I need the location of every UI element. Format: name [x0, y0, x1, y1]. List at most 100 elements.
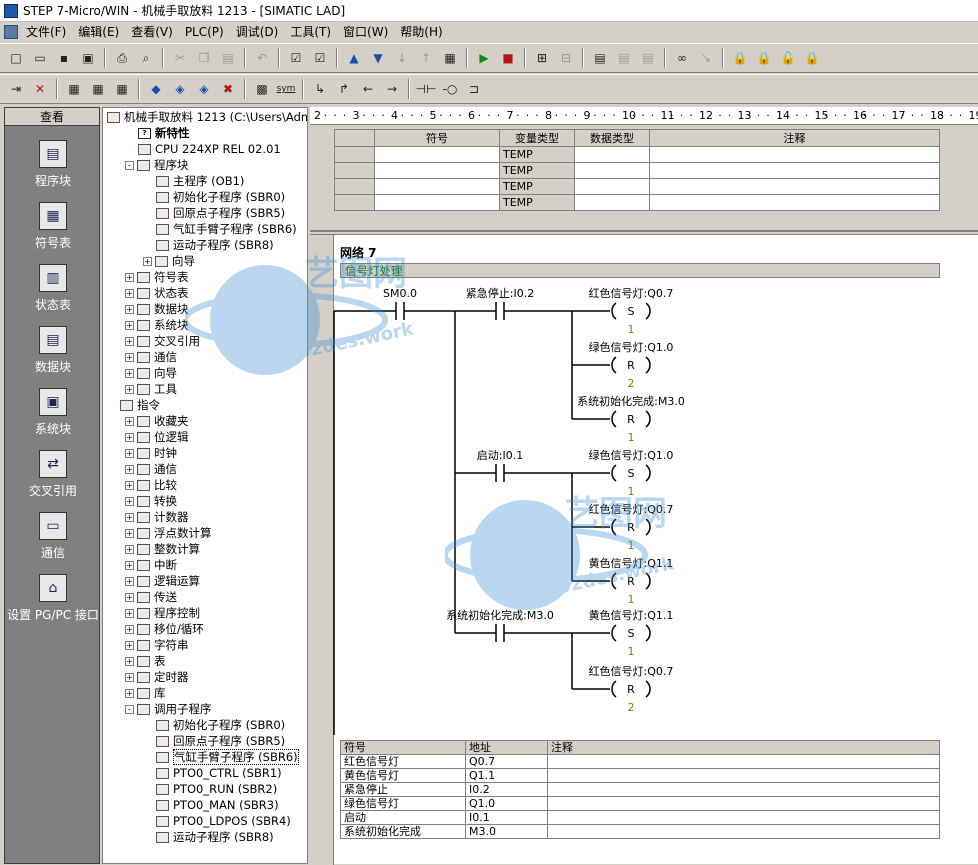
- write-all-icon[interactable]: ▤: [638, 48, 658, 68]
- symbol-info-icon[interactable]: sym: [276, 79, 296, 99]
- coil-right-arc[interactable]: [646, 573, 650, 589]
- coil-count[interactable]: 1: [628, 593, 635, 606]
- var-table-cell[interactable]: [650, 163, 940, 179]
- tree-item[interactable]: +向导: [125, 365, 177, 381]
- line-down-icon[interactable]: ↳: [310, 79, 330, 99]
- undo-icon[interactable]: ↶: [252, 48, 272, 68]
- expand-icon[interactable]: +: [125, 385, 134, 394]
- coil-count[interactable]: 1: [628, 539, 635, 552]
- tree-item[interactable]: PTO0_MAN (SBR3): [143, 797, 279, 813]
- nav-item-cross-reference[interactable]: ⇄ 交叉引用: [5, 450, 101, 499]
- expand-icon[interactable]: +: [125, 337, 134, 346]
- open-icon[interactable]: ▭: [30, 48, 50, 68]
- tree-item[interactable]: +交叉引用: [125, 333, 200, 349]
- tree-item[interactable]: -调用子程序: [125, 701, 212, 717]
- var-table-row[interactable]: TEMP: [335, 179, 940, 195]
- contact-label[interactable]: 启动:I0.1: [477, 449, 523, 462]
- expand-icon[interactable]: +: [125, 641, 134, 650]
- coil-left-arc[interactable]: [612, 411, 616, 427]
- tree-item[interactable]: 指令: [107, 397, 160, 413]
- sort-ascending-icon[interactable]: ↓: [392, 48, 412, 68]
- expand-icon[interactable]: +: [125, 433, 134, 442]
- var-table-cell[interactable]: [575, 147, 650, 163]
- prev-bookmark-icon[interactable]: ◈: [194, 79, 214, 99]
- contact-label[interactable]: 紧急停止:I0.2: [466, 286, 534, 300]
- tree-item[interactable]: +向导: [143, 253, 195, 269]
- toggle-bookmark-icon[interactable]: ◆: [146, 79, 166, 99]
- menu-view[interactable]: 查看(V): [125, 23, 179, 41]
- coil-left-arc[interactable]: [612, 357, 616, 373]
- toggle-network-comment-icon[interactable]: ▦: [112, 79, 132, 99]
- expand-icon[interactable]: +: [125, 449, 134, 458]
- expand-icon[interactable]: +: [125, 497, 134, 506]
- remove-bookmarks-icon[interactable]: ✖: [218, 79, 238, 99]
- copy-icon[interactable]: ❐: [194, 48, 214, 68]
- options-icon[interactable]: ▦: [440, 48, 460, 68]
- tree-item[interactable]: 初始化子程序 (SBR0): [143, 717, 285, 733]
- tree-item[interactable]: +系统块: [125, 317, 189, 333]
- run-icon[interactable]: ▶: [474, 48, 494, 68]
- expand-icon[interactable]: +: [125, 465, 134, 474]
- tree-item[interactable]: +数据块: [125, 301, 189, 317]
- coil-operation[interactable]: R: [627, 359, 635, 372]
- tree-item[interactable]: 气缸手臂子程序 (SBR6): [143, 749, 299, 765]
- tree-item[interactable]: +表: [125, 653, 166, 669]
- coil-address[interactable]: 绿色信号灯:Q1.0: [589, 448, 674, 462]
- tree-item[interactable]: CPU 224XP REL 02.01: [125, 141, 281, 157]
- tree-item[interactable]: +逻辑运算: [125, 573, 200, 589]
- tree-item[interactable]: +计数器: [125, 509, 189, 525]
- coil-right-arc[interactable]: [646, 303, 650, 319]
- coil-right-arc[interactable]: [646, 357, 650, 373]
- next-bookmark-icon[interactable]: ◈: [170, 79, 190, 99]
- find-icon[interactable]: ∞: [672, 48, 692, 68]
- coil-left-arc[interactable]: [612, 303, 616, 319]
- coil-count[interactable]: 1: [628, 431, 635, 444]
- download-icon[interactable]: ▼: [368, 48, 388, 68]
- expand-icon[interactable]: +: [125, 657, 134, 666]
- new-icon[interactable]: □: [6, 48, 26, 68]
- tree-item[interactable]: +传送: [125, 589, 177, 605]
- nav-item-status-table[interactable]: ▥ 状态表: [5, 264, 101, 313]
- chart-status-icon[interactable]: ▤: [590, 48, 610, 68]
- upload-icon[interactable]: ▲: [344, 48, 364, 68]
- tree-item[interactable]: +时钟: [125, 445, 177, 461]
- coil-left-arc[interactable]: [612, 625, 616, 641]
- expand-icon[interactable]: +: [125, 353, 134, 362]
- var-table-cell[interactable]: [650, 179, 940, 195]
- line-right-icon[interactable]: →: [382, 79, 402, 99]
- tree-item[interactable]: -程序块: [125, 157, 189, 173]
- expand-icon[interactable]: +: [143, 257, 152, 266]
- coil-right-arc[interactable]: [646, 465, 650, 481]
- coil-operation[interactable]: R: [627, 575, 635, 588]
- menu-help[interactable]: 帮助(H): [394, 23, 448, 41]
- contact-label[interactable]: 系统初始化完成:M3.0: [446, 608, 554, 622]
- var-table-cell[interactable]: [375, 195, 500, 211]
- var-table-cell[interactable]: [375, 163, 500, 179]
- tree-item[interactable]: +中断: [125, 557, 177, 573]
- menu-edit[interactable]: 编辑(E): [72, 23, 125, 41]
- var-table-cell[interactable]: TEMP: [500, 179, 575, 195]
- toggle-poi-icon[interactable]: ▦: [64, 79, 84, 99]
- tree-item[interactable]: +转换: [125, 493, 177, 509]
- nav-item-communication[interactable]: ▭ 通信: [5, 512, 101, 561]
- tree-item[interactable]: PTO0_RUN (SBR2): [143, 781, 277, 797]
- tree-item[interactable]: +定时器: [125, 669, 189, 685]
- var-table-cell[interactable]: TEMP: [500, 195, 575, 211]
- var-table-cell[interactable]: [650, 147, 940, 163]
- var-table-row[interactable]: TEMP: [335, 147, 940, 163]
- expand-icon[interactable]: +: [125, 673, 134, 682]
- tree-item[interactable]: +移位/循环: [125, 621, 204, 637]
- system-menu-icon[interactable]: [4, 25, 18, 39]
- expand-icon[interactable]: +: [125, 481, 134, 490]
- coil-left-arc[interactable]: [612, 681, 616, 697]
- stop-icon[interactable]: ■: [498, 48, 518, 68]
- menu-plc[interactable]: PLC(P): [179, 23, 230, 41]
- box-icon[interactable]: ⊐: [464, 79, 484, 99]
- insert-network-icon[interactable]: ⇥: [6, 79, 26, 99]
- tree-item[interactable]: +整数计算: [125, 541, 200, 557]
- tree-item[interactable]: +通信: [125, 461, 177, 477]
- cut-icon[interactable]: ✂: [170, 48, 190, 68]
- tree-item[interactable]: ?新特性: [125, 125, 190, 141]
- tree-item[interactable]: +浮点数计算: [125, 525, 212, 541]
- expand-icon[interactable]: +: [125, 545, 134, 554]
